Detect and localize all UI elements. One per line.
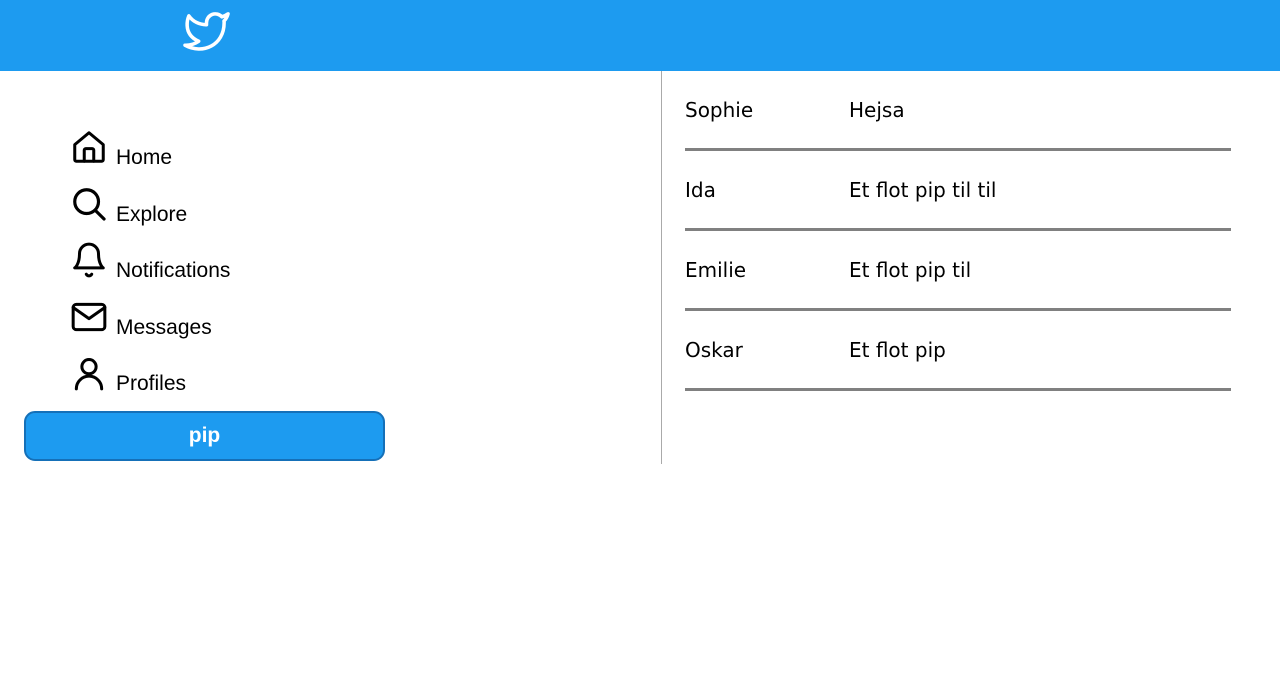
sidebar-item-label: Profiles xyxy=(116,372,187,395)
post-author: Sophie xyxy=(685,98,754,122)
sidebar-item-notifications[interactable]: Notifications xyxy=(70,241,370,282)
sidebar-item-explore[interactable]: Explore xyxy=(70,185,370,226)
user-icon xyxy=(74,358,104,391)
bell-icon xyxy=(73,242,105,278)
post-author: Ida xyxy=(685,178,716,202)
home-icon xyxy=(73,131,105,163)
post-message: Hejsa xyxy=(849,98,905,122)
post-message: Et flot pip til xyxy=(849,258,972,282)
sidebar-item-profiles[interactable]: Profiles xyxy=(70,354,370,395)
post-author: Emilie xyxy=(685,258,747,282)
sidebar-item-label: Messages xyxy=(116,316,212,339)
top-bar xyxy=(0,0,1280,71)
sidebar-item-label: Home xyxy=(116,146,173,169)
feed-row: Sophie Hejsa xyxy=(685,71,1231,151)
sidebar-item-label: Notifications xyxy=(116,259,231,282)
feed-row: Emilie Et flot pip til xyxy=(685,231,1231,311)
feed-row: Ida Et flot pip til til xyxy=(685,151,1231,231)
post-message: Et flot pip til til xyxy=(849,178,997,202)
search-icon xyxy=(73,188,106,221)
sidebar-item-label: Explore xyxy=(116,203,188,226)
sidebar-item-home[interactable]: Home xyxy=(70,128,370,169)
pip-button[interactable]: pip xyxy=(24,411,385,461)
sidebar: Home Explore Notifications Messages Prof… xyxy=(0,71,662,464)
feed-row: Oskar Et flot pip xyxy=(685,311,1231,391)
twitter-bird-icon[interactable] xyxy=(178,8,235,55)
envelope-icon xyxy=(71,302,107,332)
sidebar-item-messages[interactable]: Messages xyxy=(70,298,370,339)
feed: Sophie Hejsa Ida Et flot pip til til Emi… xyxy=(685,71,1231,391)
post-author: Oskar xyxy=(685,338,743,362)
post-message: Et flot pip xyxy=(849,338,946,362)
